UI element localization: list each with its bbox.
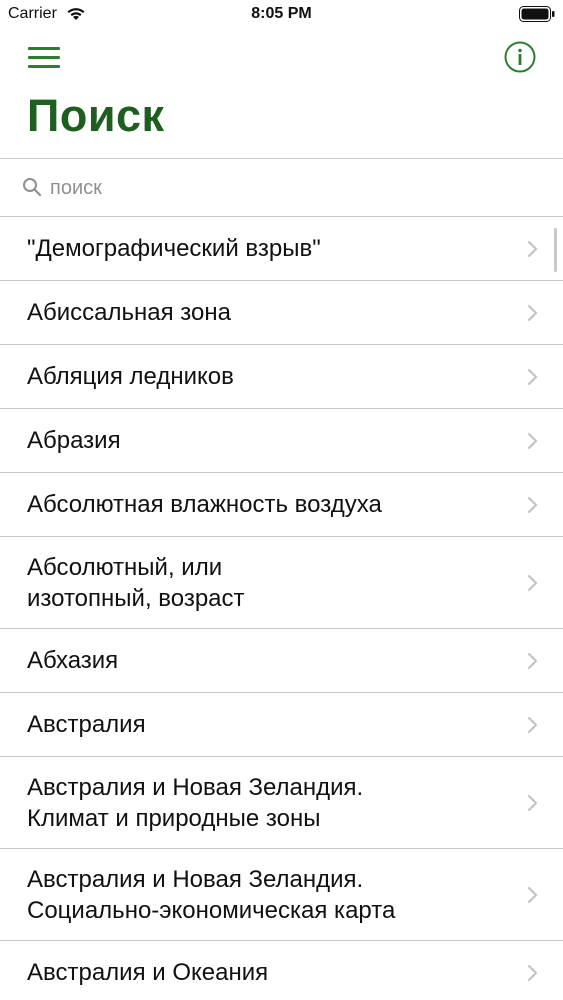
list-item[interactable]: Австралия и Новая Зеландия. Климат и при…	[0, 757, 563, 849]
status-bar: Carrier 8:05 PM	[0, 0, 563, 30]
list-item-label: Австралия и Новая Зеландия. Климат и при…	[27, 773, 364, 832]
list-item[interactable]: Абиссальная зона	[0, 281, 563, 345]
list-item-label: Абразия	[27, 427, 121, 454]
chevron-right-icon	[527, 964, 538, 981]
list-item-label: "Демографический взрыв"	[27, 235, 321, 262]
chevron-right-icon	[527, 240, 538, 257]
search-bar	[0, 158, 563, 217]
chevron-right-icon	[527, 574, 538, 591]
list-item[interactable]: Абляция ледников	[0, 345, 563, 409]
chevron-right-icon	[527, 432, 538, 449]
search-input[interactable]	[50, 171, 530, 205]
list-item-label: Абсолютная влажность воздуха	[27, 491, 382, 518]
menu-button[interactable]	[26, 44, 62, 72]
list-item-label: Абсолютный, или изотопный, возраст	[27, 553, 245, 612]
list-item[interactable]: Абразия	[0, 409, 563, 473]
list-item-label: Австралия и Новая Зеландия. Социально-эк…	[27, 865, 396, 924]
list-item-label: Австралия	[27, 711, 146, 738]
list-item[interactable]: Абхазия	[0, 629, 563, 693]
search-icon	[22, 177, 42, 202]
terms-list: "Демографический взрыв" Абиссальная зона А…	[0, 217, 563, 1000]
scroll-indicator[interactable]	[554, 228, 557, 272]
list-item[interactable]: Абсолютная влажность воздуха	[0, 473, 563, 537]
chevron-right-icon	[527, 368, 538, 385]
status-time: 8:05 PM	[251, 5, 312, 22]
chevron-right-icon	[527, 716, 538, 733]
list-item-label: Абхазия	[27, 647, 119, 674]
chevron-right-icon	[527, 886, 538, 903]
chevron-right-icon	[527, 794, 538, 811]
hamburger-menu-icon	[28, 47, 60, 50]
page-title: Поиск	[27, 90, 165, 141]
chevron-right-icon	[527, 496, 538, 513]
battery-icon	[519, 6, 555, 22]
hamburger-line	[28, 65, 60, 68]
hamburger-line	[28, 56, 60, 59]
list-item[interactable]: Абсолютный, или изотопный, возраст	[0, 537, 563, 629]
info-circle-icon	[504, 41, 536, 73]
list-item[interactable]: "Демографический взрыв"	[0, 217, 563, 281]
list-item-label: Австралия и Океания	[27, 959, 269, 986]
list-item[interactable]: Австралия	[0, 693, 563, 757]
list-item-label: Абиссальная зона	[27, 299, 231, 326]
chevron-right-icon	[527, 304, 538, 321]
info-button[interactable]	[503, 40, 537, 74]
list-item[interactable]: Австралия и Океания	[0, 941, 563, 1000]
navigation-bar	[0, 34, 563, 84]
list-item[interactable]: Австралия и Новая Зеландия. Социально-эк…	[0, 849, 563, 941]
list-item-label: Абляция ледников	[27, 363, 234, 390]
chevron-right-icon	[527, 652, 538, 669]
